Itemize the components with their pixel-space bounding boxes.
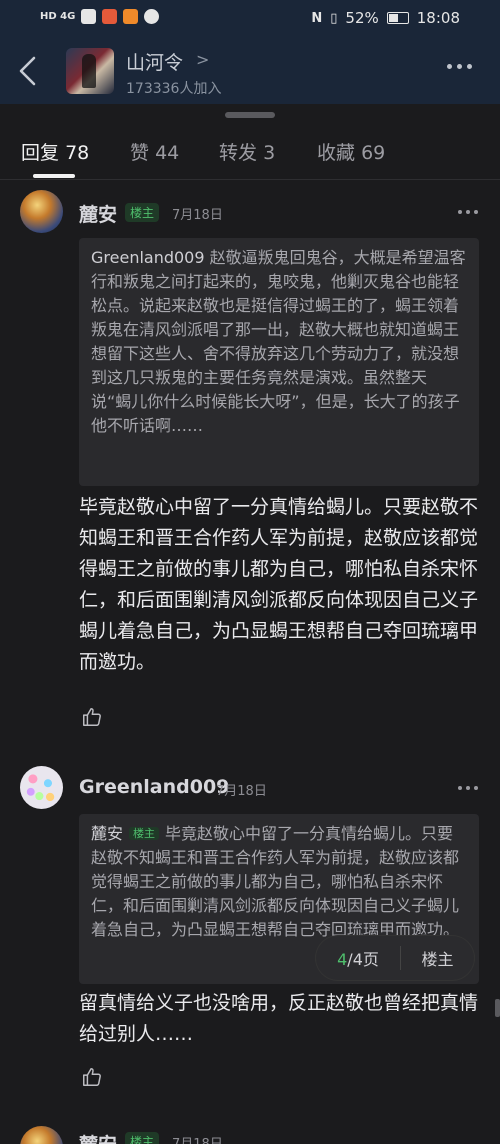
- forum-thumbnail[interactable]: [66, 48, 114, 94]
- notification-icon: [81, 9, 97, 24]
- tab-bar: 回复 78 赞 44 转发 3 收藏 69: [0, 132, 500, 178]
- battery-icon: [386, 12, 409, 24]
- back-arrow-icon[interactable]: [14, 54, 42, 88]
- active-tab-indicator: [33, 174, 75, 178]
- thumbs-up-icon[interactable]: [81, 706, 103, 728]
- scrollbar[interactable]: [495, 999, 500, 1017]
- avatar[interactable]: [20, 190, 63, 233]
- tab-favorites-count: 69: [361, 142, 386, 164]
- more-options-icon[interactable]: [447, 64, 472, 69]
- vibrate-icon: ▯: [330, 10, 338, 26]
- heart-app-icon: [144, 9, 160, 24]
- tab-likes-label: 赞: [130, 142, 150, 164]
- thumbs-up-icon[interactable]: [81, 1066, 103, 1088]
- drag-handle[interactable]: [225, 112, 275, 118]
- quoted-author[interactable]: 麓安: [91, 824, 123, 843]
- comment-more-icon[interactable]: [458, 210, 478, 214]
- video-app-icon: [123, 9, 139, 24]
- current-page: 4: [337, 950, 348, 969]
- quoted-text: 赵敬逼叛鬼回鬼谷，大概是希望温客行和叛鬼之间打起来的，鬼咬鬼，他剿灭鬼谷也能轻松…: [91, 248, 466, 435]
- owner-badge: 楼主: [125, 203, 160, 222]
- comment-body: 毕竟赵敬心中留了一分真情给蝎儿。只要赵敬不知蝎王和晋王合作药人军为前提，赵敬应该…: [79, 496, 479, 673]
- comments-sheet: 回复 78 赞 44 转发 3 收藏 69 麓安 楼主 7月18日 Greenl…: [0, 104, 500, 1144]
- battery-level: [388, 14, 398, 22]
- quoted-reply[interactable]: Greenland009 赵敬逼叛鬼回鬼谷，大概是希望温客行和叛鬼之间打起来的，…: [79, 238, 479, 486]
- owner-badge: 楼主: [129, 827, 160, 840]
- quoted-author[interactable]: Greenland009: [91, 248, 205, 267]
- comment-item: 麓安 楼主 7月18日: [0, 1126, 500, 1144]
- owner-badge: 楼主: [125, 1132, 160, 1144]
- comment-body: 留真情给义子也没啥用，反正赵敬也曾经把真情给过别人……: [79, 992, 479, 1045]
- page-navigator[interactable]: 4/4页 楼主: [316, 936, 474, 980]
- clock: 18:08: [416, 9, 460, 27]
- avatar[interactable]: [20, 766, 63, 809]
- comment-more-icon[interactable]: [458, 786, 478, 790]
- comment-author[interactable]: 麓安: [79, 1130, 117, 1144]
- tab-favorites-label: 收藏: [317, 142, 356, 164]
- tab-likes-count: 44: [155, 142, 180, 164]
- comment-date: 7月18日: [216, 784, 267, 799]
- tab-reposts-count: 3: [263, 142, 276, 164]
- battery-percent: 52%: [345, 9, 379, 27]
- quoted-text: 毕竟赵敬心中留了一分真情给蝎儿。只要赵敬不知蝎王和晋王合作药人军为前提，赵敬应该…: [91, 824, 460, 939]
- network-label: HD 4G: [40, 11, 76, 22]
- tab-replies-label: 回复: [21, 142, 60, 164]
- tab-replies[interactable]: 回复 78: [21, 138, 89, 165]
- comment-date: 7月18日: [172, 208, 223, 223]
- app-notification-icon: [102, 9, 118, 24]
- page-indicator[interactable]: 4/4页: [316, 946, 400, 970]
- tab-favorites[interactable]: 收藏 69: [317, 138, 385, 165]
- status-right-icons: N ▯ 52% 18:08: [311, 9, 460, 27]
- total-pages: /4页: [347, 950, 379, 969]
- tab-likes[interactable]: 赞 44: [130, 138, 179, 165]
- forum-members-count: 173336人加入: [126, 81, 222, 97]
- owner-only-button[interactable]: 楼主: [401, 946, 474, 970]
- tab-reposts[interactable]: 转发 3: [219, 138, 275, 165]
- comment-author[interactable]: 麓安: [79, 200, 117, 227]
- tab-reposts-label: 转发: [219, 142, 258, 164]
- comment-author[interactable]: Greenland009: [79, 776, 229, 798]
- status-bar: HD 4G N ▯ 52% 18:08: [0, 0, 500, 38]
- avatar[interactable]: [20, 1126, 63, 1144]
- status-left-icons: HD 4G: [40, 9, 160, 24]
- nfc-icon: N: [311, 10, 323, 26]
- divider: [0, 179, 500, 180]
- chevron-right-icon[interactable]: >: [196, 50, 209, 69]
- forum-name[interactable]: 山河令: [126, 48, 183, 75]
- tab-replies-count: 78: [65, 142, 90, 164]
- header-bar: 山河令 > 173336人加入: [0, 38, 500, 104]
- comment-date: 7月18日: [172, 1133, 223, 1144]
